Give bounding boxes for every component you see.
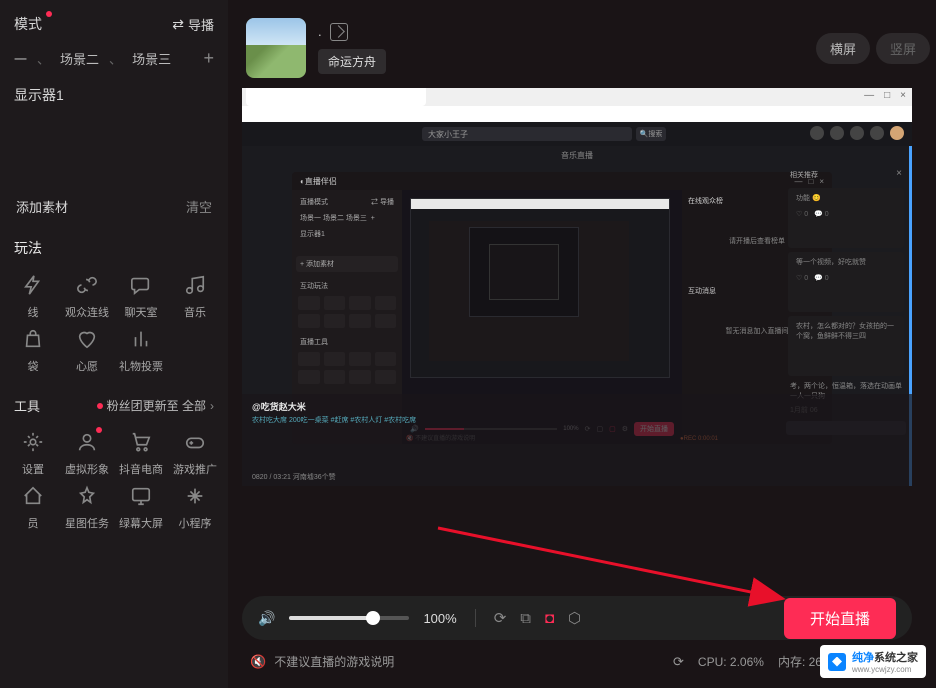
tool-game-promo[interactable]: 游戏推广: [172, 429, 218, 477]
orientation-horizontal[interactable]: 横屏: [816, 33, 870, 64]
refresh-icon[interactable]: ⟳: [494, 609, 507, 627]
volume-slider[interactable]: [289, 616, 409, 620]
chevron-right-icon: ›: [210, 399, 214, 413]
scene-tab-1[interactable]: 一: [14, 49, 27, 68]
add-scene-button[interactable]: +: [203, 48, 214, 69]
bag-icon: [20, 326, 46, 352]
tool-settings[interactable]: 设置: [10, 429, 56, 477]
volume-percent: 100%: [423, 611, 456, 626]
category-tag[interactable]: 命运方舟: [318, 49, 386, 74]
sparkle-icon: [182, 483, 208, 509]
volume-icon[interactable]: 🔊: [258, 610, 275, 627]
live-title: .: [318, 24, 322, 39]
sidebar: 模式 ⇄ 导播 一 、 场景二 、 场景三 + 显示器1 添加素材 清空 玩法 …: [0, 0, 228, 688]
link-icon: [74, 272, 100, 298]
wanfa-yinyue[interactable]: 音乐: [172, 272, 218, 320]
refresh-stats-icon[interactable]: ⟳: [673, 654, 684, 670]
tool-avatar[interactable]: 虚拟形象: [64, 429, 110, 477]
close-icon[interactable]: ×: [896, 168, 902, 179]
wanfa-liaotian[interactable]: 聊天室: [118, 272, 164, 320]
clear-button[interactable]: 清空: [186, 197, 212, 216]
chat-icon: [128, 272, 154, 298]
vote-icon: [128, 326, 154, 352]
tools-grid: 设置 虚拟形象 抖音电商 游戏推广 员 星图任务 绿幕大屏 小程序: [8, 421, 220, 539]
cpu-stat: CPU: 2.06%: [698, 655, 764, 669]
starmap-icon: [74, 483, 100, 509]
wanfa-dai[interactable]: 袋: [10, 326, 56, 374]
gear-icon: [20, 429, 46, 455]
wanfa-toupiao[interactable]: 礼物投票: [118, 326, 164, 374]
screen-icon: [128, 483, 154, 509]
wanfa-xinyuan[interactable]: 心愿: [64, 326, 110, 374]
mute-icon[interactable]: 🔇: [250, 654, 266, 670]
bolt-icon: [20, 272, 46, 298]
edit-icon[interactable]: [330, 23, 348, 41]
wanfa-empty: [172, 326, 218, 374]
cover-thumbnail[interactable]: [246, 18, 306, 78]
tool-ecommerce[interactable]: 抖音电商: [118, 429, 164, 477]
wanfa-guanzhong[interactable]: 观众连线: [64, 272, 110, 320]
heart-icon: [74, 326, 100, 352]
orientation-vertical[interactable]: 竖屏: [876, 33, 930, 64]
settings-icon[interactable]: ⬡: [568, 609, 581, 627]
music-icon: [182, 272, 208, 298]
scene-tab-2[interactable]: 场景二: [60, 49, 99, 68]
video-overlay: @吃货赵大米 农村吃大席 200吃一桌菜 #赶席 #农村人灯 #农村吃席 082…: [242, 394, 912, 486]
scene-tab-3[interactable]: 场景三: [132, 49, 171, 68]
notification-dot: [46, 11, 52, 17]
tools-update-link[interactable]: 粉丝团更新至 全部 ›: [97, 397, 214, 414]
stats-bar: 🔇 不建议直播的游戏说明 ⟳ CPU: 2.06% 内存: 26.39% 帧率:…: [242, 653, 912, 670]
tool-greenscreen[interactable]: 绿幕大屏: [118, 483, 164, 531]
daobo-button[interactable]: ⇄ 导播: [172, 15, 214, 34]
wanfa-header: 玩法: [8, 224, 220, 264]
star-icon: [20, 483, 46, 509]
watermark-logo-icon: [828, 653, 846, 671]
tool-miniapp[interactable]: 小程序: [172, 483, 218, 531]
wanfa-lianxian[interactable]: 线: [10, 272, 56, 320]
main-area: . 命运方舟 横屏 竖屏 —□× 大家小王子 🔍搜索 音乐直播: [240, 0, 936, 688]
game-note[interactable]: 不建议直播的游戏说明: [274, 653, 394, 670]
monitor-source[interactable]: 显示器1: [8, 75, 220, 113]
watermark: 纯净系统之家 www.ycwjzy.com: [820, 645, 926, 678]
add-material-button[interactable]: 添加素材: [16, 197, 68, 216]
tool-starmap[interactable]: 星图任务: [64, 483, 110, 531]
swap-icon: ⇄: [172, 16, 184, 33]
notification-dot: [96, 427, 102, 433]
record-icon[interactable]: ◘: [545, 610, 554, 627]
gamepad-icon: [182, 429, 208, 455]
tool-yuan[interactable]: 员: [10, 483, 56, 531]
cart-icon: [128, 429, 154, 455]
control-bar: 🔊 100% ⟳ ⧉ ◘ ⬡ 开始直播: [242, 596, 912, 640]
dual-screen-icon[interactable]: ⧉: [520, 610, 531, 627]
wanfa-grid: 线 观众连线 聊天室 音乐 袋 心愿 礼物投票: [8, 264, 220, 382]
preview-canvas: —□× 大家小王子 🔍搜索 音乐直播 ◐ 直播伴侣 —□× 直播模式 ⇄ 导播 …: [242, 88, 912, 486]
start-live-button[interactable]: 开始直播: [784, 598, 896, 639]
avatar-icon: [74, 429, 100, 455]
scenes-row: 一 、 场景二 、 场景三 +: [8, 42, 220, 75]
tools-header: 工具: [14, 396, 40, 415]
mode-label[interactable]: 模式: [14, 14, 42, 34]
